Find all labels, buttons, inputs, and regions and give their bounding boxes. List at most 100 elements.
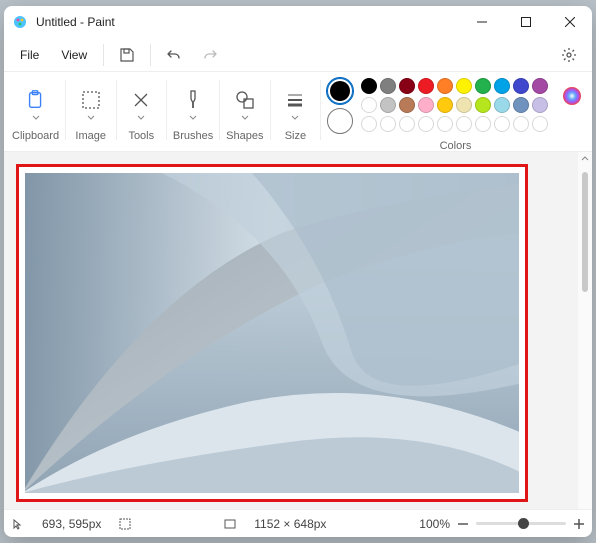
label-colors: Colors	[440, 140, 472, 152]
palette-color[interactable]	[380, 116, 396, 132]
statusbar: 693, 595px 1152 × 648px 100%	[4, 509, 592, 537]
tools-button[interactable]	[122, 76, 160, 124]
palette-color[interactable]	[513, 97, 529, 113]
palette-color[interactable]	[418, 97, 434, 113]
cursor-icon	[12, 518, 24, 530]
separator	[270, 80, 271, 140]
app-icon	[12, 14, 28, 30]
content-area	[4, 152, 592, 509]
ribbon: Clipboard Image Tools	[4, 72, 592, 152]
group-colors: Colors	[327, 76, 584, 152]
palette-color[interactable]	[475, 78, 491, 94]
undo-icon[interactable]	[157, 40, 191, 70]
canvas-dimensions: 1152 × 648px	[254, 517, 326, 531]
edit-colors-button[interactable]	[560, 84, 584, 108]
palette-color[interactable]	[513, 78, 529, 94]
label-image: Image	[75, 130, 106, 142]
canvas-scroll-area[interactable]	[4, 152, 578, 509]
color-primary[interactable]	[327, 78, 353, 104]
size-button[interactable]	[276, 76, 314, 124]
label-clipboard: Clipboard	[12, 130, 59, 142]
brushes-button[interactable]	[174, 76, 212, 124]
paint-window: Untitled - Paint File View Clipboard	[4, 6, 592, 537]
palette-color[interactable]	[380, 78, 396, 94]
zoom-out-button[interactable]	[458, 519, 468, 529]
chevron-down-icon	[291, 114, 299, 122]
settings-icon[interactable]	[552, 40, 586, 70]
zoom-slider[interactable]	[476, 522, 566, 525]
palette-color[interactable]	[456, 116, 472, 132]
palette-color[interactable]	[532, 97, 548, 113]
separator	[219, 80, 220, 140]
palette-color[interactable]	[399, 116, 415, 132]
group-brushes: Brushes	[173, 76, 213, 150]
palette-color[interactable]	[418, 116, 434, 132]
palette-color[interactable]	[437, 97, 453, 113]
separator	[103, 44, 104, 66]
paste-button[interactable]	[17, 76, 55, 124]
palette-color[interactable]	[361, 78, 377, 94]
palette-color[interactable]	[399, 78, 415, 94]
palette-color[interactable]	[361, 97, 377, 113]
zoom-slider-thumb[interactable]	[518, 518, 529, 529]
palette-color[interactable]	[399, 97, 415, 113]
palette-color[interactable]	[437, 78, 453, 94]
canvas-size-icon	[224, 518, 236, 530]
palette-color[interactable]	[475, 116, 491, 132]
chevron-up-icon	[581, 154, 589, 162]
menu-view[interactable]: View	[51, 44, 97, 66]
shapes-button[interactable]	[226, 76, 264, 124]
label-tools: Tools	[128, 130, 154, 142]
maximize-button[interactable]	[504, 6, 548, 38]
window-title: Untitled - Paint	[36, 15, 115, 29]
separator	[150, 44, 151, 66]
group-image: Image	[72, 76, 110, 150]
cursor-position: 693, 595px	[42, 517, 101, 531]
minimize-button[interactable]	[460, 6, 504, 38]
color-secondary[interactable]	[327, 108, 353, 134]
palette-color[interactable]	[494, 116, 510, 132]
separator	[320, 80, 321, 140]
palette-color[interactable]	[513, 116, 529, 132]
titlebar: Untitled - Paint	[4, 6, 592, 38]
zoom-level: 100%	[419, 517, 450, 531]
chevron-down-icon	[241, 114, 249, 122]
label-shapes: Shapes	[226, 130, 263, 142]
palette-color[interactable]	[532, 116, 548, 132]
group-clipboard: Clipboard	[12, 76, 59, 150]
palette-color[interactable]	[494, 97, 510, 113]
palette-color[interactable]	[456, 97, 472, 113]
palette-color[interactable]	[418, 78, 434, 94]
redo-icon[interactable]	[193, 40, 227, 70]
palette-color[interactable]	[380, 97, 396, 113]
close-button[interactable]	[548, 6, 592, 38]
palette-color[interactable]	[361, 116, 377, 132]
vertical-scrollbar[interactable]	[578, 152, 592, 509]
palette-color[interactable]	[532, 78, 548, 94]
color-palette	[361, 78, 548, 132]
label-size: Size	[285, 130, 306, 142]
group-size: Size	[276, 76, 314, 150]
group-tools: Tools	[122, 76, 160, 150]
group-shapes: Shapes	[226, 76, 264, 150]
selection-size-icon	[119, 518, 131, 530]
canvas-image[interactable]	[25, 173, 519, 493]
chevron-down-icon	[32, 114, 40, 122]
chevron-down-icon	[137, 114, 145, 122]
palette-color[interactable]	[456, 78, 472, 94]
save-icon[interactable]	[110, 40, 144, 70]
menu-file[interactable]: File	[10, 44, 49, 66]
chevron-down-icon	[87, 114, 95, 122]
separator	[65, 80, 66, 140]
select-button[interactable]	[72, 76, 110, 124]
label-brushes: Brushes	[173, 130, 213, 142]
palette-color[interactable]	[475, 97, 491, 113]
separator	[166, 80, 167, 140]
menubar: File View	[4, 38, 592, 72]
palette-color[interactable]	[494, 78, 510, 94]
palette-color[interactable]	[437, 116, 453, 132]
zoom-control: 100%	[419, 517, 584, 531]
scrollbar-thumb[interactable]	[582, 172, 588, 292]
zoom-in-button[interactable]	[574, 519, 584, 529]
selection-highlight	[16, 164, 528, 502]
